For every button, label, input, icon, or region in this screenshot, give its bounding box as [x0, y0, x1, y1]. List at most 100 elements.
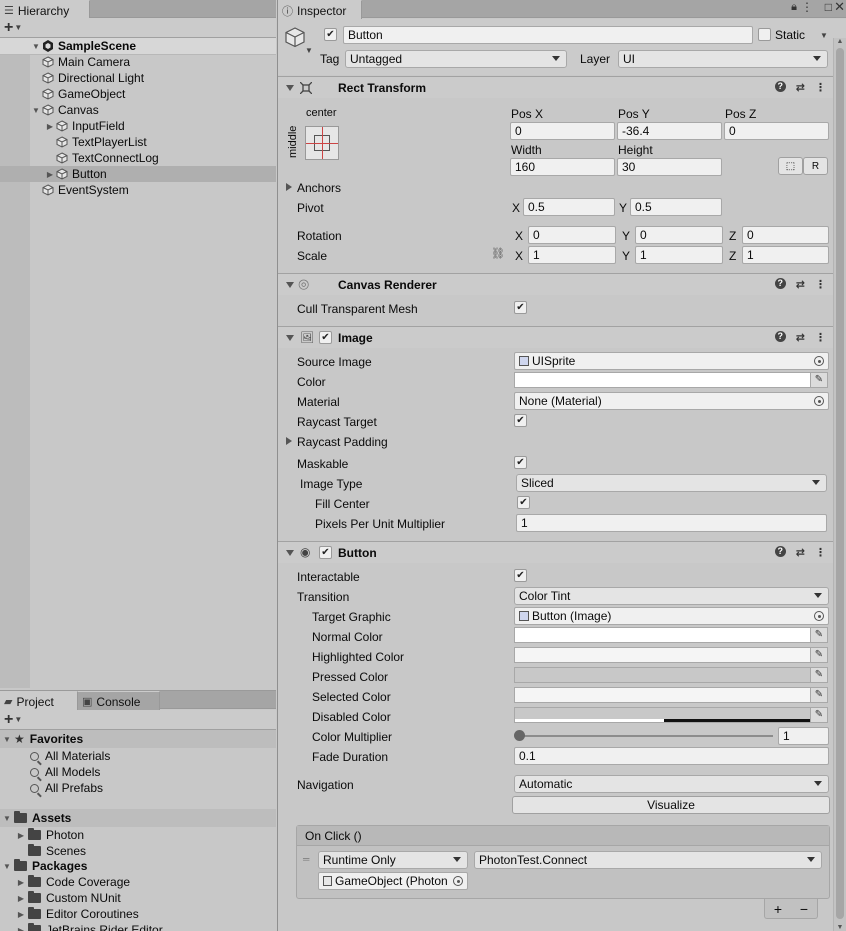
disabled-color-swatch[interactable]	[514, 707, 811, 723]
foldout-arrow-icon[interactable]	[286, 85, 294, 91]
static-dropdown-icon[interactable]: ▼	[820, 31, 828, 40]
hierarchy-item[interactable]: GameObject	[0, 86, 276, 102]
anchors-foldout-icon[interactable]	[286, 183, 292, 191]
object-picker-icon[interactable]	[814, 356, 824, 366]
cull-transparent-checkbox[interactable]: ✔	[514, 301, 527, 314]
tab-hierarchy[interactable]: ☰ Hierarchy	[0, 0, 90, 19]
color-multiplier-field[interactable]: 1	[778, 727, 829, 745]
transition-dropdown[interactable]: Color Tint	[514, 587, 829, 605]
canvas-renderer-header[interactable]: ◎ Canvas Renderer ? ⇄ ⋮	[278, 273, 834, 295]
anchor-preset-button[interactable]	[305, 126, 339, 160]
menu-icon[interactable]: ⋮	[801, 0, 813, 14]
close-icon[interactable]: ✕	[834, 0, 845, 15]
help-icon[interactable]: ?	[774, 278, 786, 289]
navigation-dropdown[interactable]: Automatic	[514, 775, 829, 793]
rotation-x-field[interactable]: 0	[528, 226, 616, 244]
object-name-field[interactable]: Button	[343, 26, 753, 44]
ppu-field[interactable]: 1	[516, 514, 827, 532]
expand-arrow-icon[interactable]: ▼	[30, 106, 42, 115]
expand-arrow-icon[interactable]: ▼	[0, 814, 14, 823]
assets-header[interactable]: ▼ Assets	[0, 809, 276, 827]
object-picker-icon[interactable]	[814, 611, 824, 621]
hierarchy-item[interactable]: ▼ Canvas	[0, 102, 276, 118]
hierarchy-item[interactable]: ▶ Button	[0, 166, 276, 182]
scale-x-field[interactable]: 1	[528, 246, 616, 264]
fill-center-checkbox[interactable]: ✔	[517, 496, 530, 509]
favorites-header[interactable]: ▼ ★ Favorites	[0, 730, 276, 748]
posx-field[interactable]: 0	[510, 122, 615, 140]
blueprint-mode-button[interactable]: ⬚	[778, 157, 803, 175]
expand-arrow-icon[interactable]: ▶	[14, 926, 28, 931]
chevron-down-icon[interactable]: ▼	[14, 23, 22, 32]
raycast-padding-foldout-icon[interactable]	[286, 437, 292, 445]
color-multiplier-slider-thumb[interactable]	[514, 730, 525, 741]
active-checkbox[interactable]: ✔	[324, 28, 337, 41]
package-folder-item[interactable]: ▶ Editor Coroutines	[0, 906, 276, 922]
rotation-y-field[interactable]: 0	[635, 226, 723, 244]
scene-row[interactable]: ▼ SampleScene	[0, 38, 276, 55]
object-picker-icon[interactable]	[814, 396, 824, 406]
button-component-header[interactable]: ◉ ✔ Button ? ⇄ ⋮	[278, 541, 834, 563]
favorite-item[interactable]: All Prefabs	[0, 780, 276, 796]
rect-transform-header[interactable]: Rect Transform ? ⇄ ⋮	[278, 76, 834, 98]
package-folder-item[interactable]: ▶ Code Coverage	[0, 874, 276, 890]
image-type-dropdown[interactable]: Sliced	[516, 474, 827, 492]
maximize-icon[interactable]: □	[825, 0, 832, 14]
target-graphic-field[interactable]: Button (Image)	[514, 607, 829, 625]
eyedropper-icon[interactable]: ✎	[811, 667, 828, 683]
hierarchy-item[interactable]: TextConnectLog	[0, 150, 276, 166]
asset-folder-item[interactable]: Scenes	[0, 843, 276, 859]
eyedropper-icon[interactable]: ✎	[811, 627, 828, 643]
asset-folder-item[interactable]: ▶ Photon	[0, 827, 276, 843]
expand-arrow-icon[interactable]: ▶	[14, 910, 28, 919]
expand-arrow-icon[interactable]: ▼	[30, 42, 42, 51]
hierarchy-item[interactable]: EventSystem	[0, 182, 276, 198]
lock-icon[interactable]: 🔒︎	[791, 1, 797, 14]
image-enabled-checkbox[interactable]: ✔	[319, 331, 332, 344]
eyedropper-icon[interactable]: ✎	[811, 372, 828, 388]
maskable-checkbox[interactable]: ✔	[514, 456, 527, 469]
expand-arrow-icon[interactable]: ▶	[44, 122, 56, 131]
onclick-function-dropdown[interactable]: PhotonTest.Connect	[474, 851, 822, 869]
expand-arrow-icon[interactable]: ▶	[14, 831, 28, 840]
tab-inspector[interactable]: ⓘ Inspector	[278, 0, 362, 19]
inspector-scrollbar[interactable]: ▲ ▼	[833, 38, 846, 931]
anchors-label[interactable]: Anchors	[297, 181, 341, 195]
image-header[interactable]: 🖼︎ ✔ Image ? ⇄ ⋮	[278, 326, 834, 348]
eyedropper-icon[interactable]: ✎	[811, 687, 828, 703]
preset-icon[interactable]: ⇄	[796, 331, 805, 344]
expand-arrow-icon[interactable]: ▶	[14, 878, 28, 887]
remove-listener-button[interactable]: −	[800, 901, 808, 917]
color-multiplier-slider-track[interactable]	[518, 735, 773, 737]
add-icon[interactable]: +	[4, 711, 13, 727]
menu-icon[interactable]: ⋮	[815, 81, 826, 94]
add-listener-button[interactable]: +	[774, 901, 782, 917]
scroll-down-icon[interactable]: ▼	[834, 924, 846, 931]
highlighted-color-swatch[interactable]	[514, 647, 811, 663]
raw-edit-button[interactable]: R	[803, 157, 828, 175]
foldout-arrow-icon[interactable]	[286, 335, 294, 341]
menu-icon[interactable]: ⋮	[815, 546, 826, 559]
hierarchy-item[interactable]: Directional Light	[0, 70, 276, 86]
preset-icon[interactable]: ⇄	[796, 81, 805, 94]
material-field[interactable]: None (Material)	[514, 392, 829, 410]
tab-project[interactable]: ▰ Project	[0, 691, 78, 710]
posz-field[interactable]: 0	[724, 122, 829, 140]
visualize-button[interactable]: Visualize	[512, 796, 830, 814]
tab-console[interactable]: ▣ Console	[78, 691, 160, 710]
add-icon[interactable]: +	[4, 19, 13, 35]
expand-arrow-icon[interactable]: ▼	[0, 862, 14, 871]
color-swatch[interactable]	[514, 372, 811, 388]
selected-color-swatch[interactable]	[514, 687, 811, 703]
normal-color-swatch[interactable]	[514, 627, 811, 643]
expand-arrow-icon[interactable]: ▼	[0, 735, 14, 744]
menu-icon[interactable]: ⋮	[815, 278, 826, 291]
package-folder-item[interactable]: ▶ Custom NUnit	[0, 890, 276, 906]
foldout-arrow-icon[interactable]	[286, 282, 294, 288]
package-folder-item[interactable]: ▶ JetBrains Rider Editor	[0, 922, 276, 931]
eyedropper-icon[interactable]: ✎	[811, 707, 828, 723]
chevron-down-icon[interactable]: ▼	[305, 46, 313, 55]
raycast-target-checkbox[interactable]: ✔	[514, 414, 527, 427]
object-picker-icon[interactable]	[453, 876, 463, 886]
tag-dropdown[interactable]: Untagged	[345, 50, 567, 68]
